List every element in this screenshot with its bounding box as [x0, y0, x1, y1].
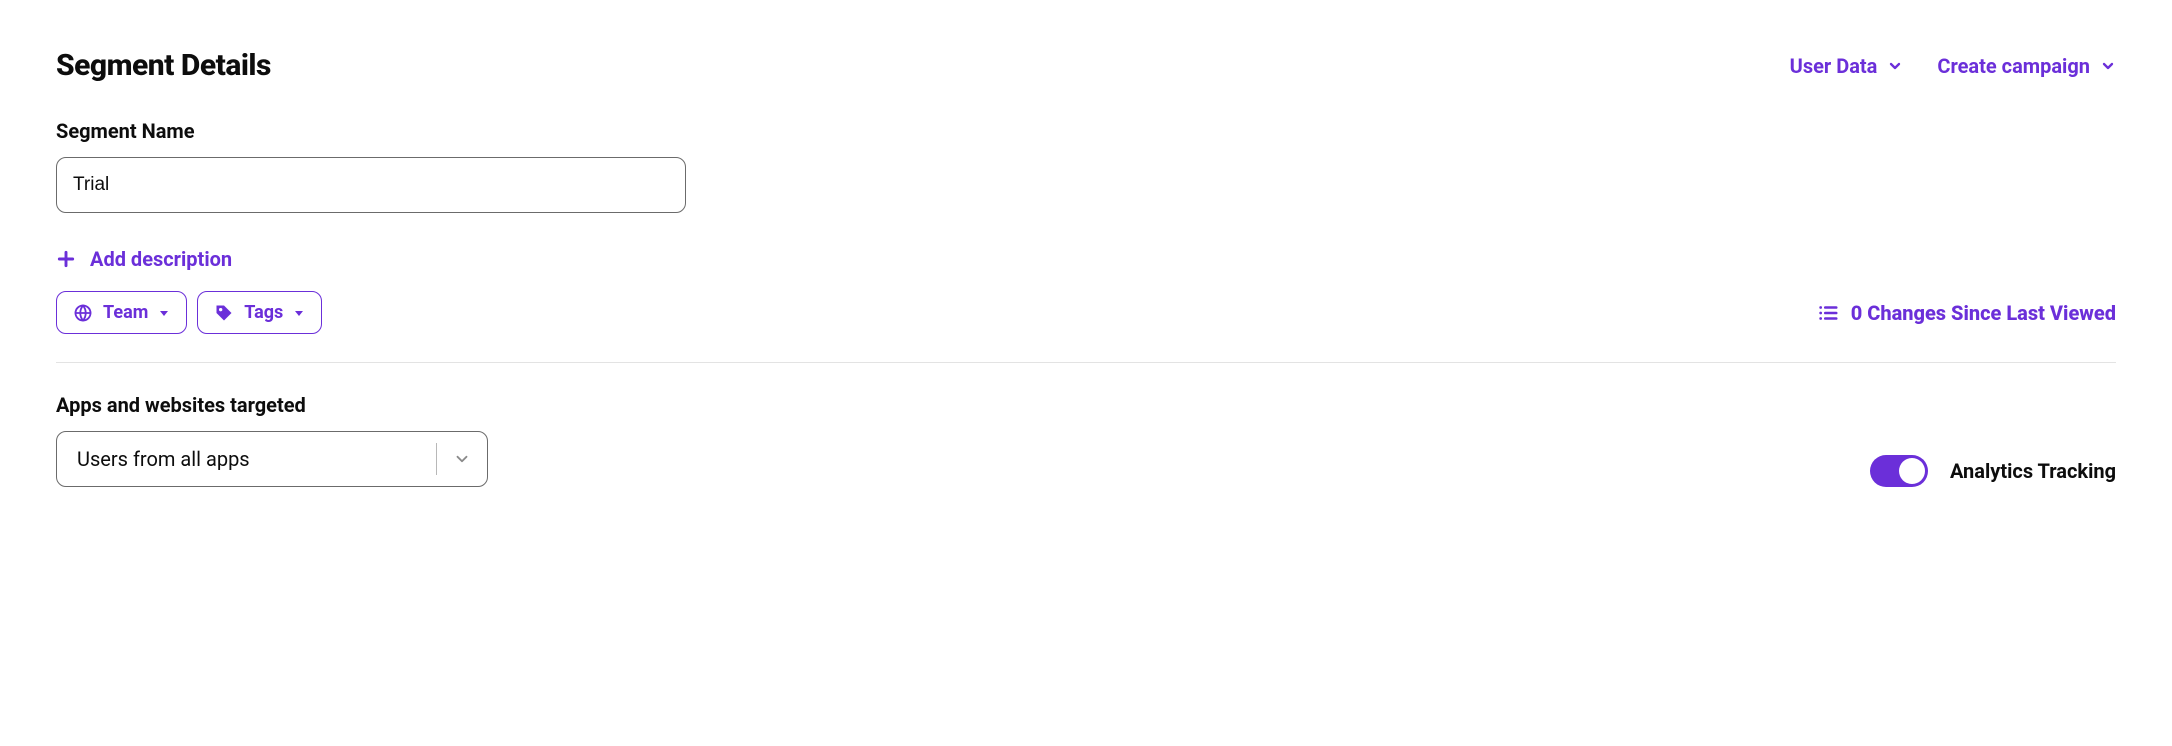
create-campaign-dropdown[interactable]: Create campaign	[1937, 54, 2116, 78]
segment-name-label: Segment Name	[56, 119, 2116, 143]
apps-targeted-value: Users from all apps	[57, 447, 436, 471]
tags-dropdown-chip[interactable]: Tags	[197, 291, 322, 334]
add-description-label: Add description	[90, 247, 232, 271]
header-actions: User Data Create campaign	[1790, 54, 2116, 78]
globe-icon	[73, 303, 93, 323]
changes-text: 0 Changes Since Last Viewed	[1851, 301, 2116, 325]
plus-icon	[56, 249, 76, 269]
chevron-down-icon	[1887, 58, 1903, 74]
analytics-tracking-group: Analytics Tracking	[1870, 455, 2116, 487]
chevron-down-icon	[437, 450, 487, 468]
toggle-knob	[1899, 458, 1925, 484]
user-data-label: User Data	[1790, 54, 1878, 78]
user-data-dropdown[interactable]: User Data	[1790, 54, 1904, 78]
list-icon	[1817, 302, 1839, 324]
analytics-tracking-label: Analytics Tracking	[1950, 459, 2116, 483]
apps-targeted-label: Apps and websites targeted	[56, 393, 488, 417]
page-title: Segment Details	[56, 48, 271, 83]
chips-row: Team Tags 0 Changes Since Last Viewed	[56, 291, 2116, 334]
caret-down-icon	[293, 307, 305, 319]
apps-targeted-field: Apps and websites targeted Users from al…	[56, 393, 488, 487]
add-description-row: Add description	[56, 247, 2116, 273]
section-divider	[56, 362, 2116, 363]
team-dropdown-chip[interactable]: Team	[56, 291, 187, 334]
segment-name-input[interactable]	[56, 157, 686, 213]
apps-targeted-select[interactable]: Users from all apps	[56, 431, 488, 487]
chips-group: Team Tags	[56, 291, 322, 334]
chevron-down-icon	[2100, 58, 2116, 74]
create-campaign-label: Create campaign	[1937, 54, 2090, 78]
changes-since-viewed-link[interactable]: 0 Changes Since Last Viewed	[1817, 301, 2116, 325]
segment-name-field: Segment Name	[56, 119, 2116, 213]
tags-chip-label: Tags	[244, 302, 283, 323]
caret-down-icon	[158, 307, 170, 319]
team-chip-label: Team	[103, 302, 148, 323]
header-row: Segment Details User Data Create campaig…	[56, 48, 2116, 83]
tag-icon	[214, 303, 234, 323]
add-description-button[interactable]: Add description	[56, 247, 232, 271]
analytics-tracking-toggle[interactable]	[1870, 455, 1928, 487]
targeting-row: Apps and websites targeted Users from al…	[56, 393, 2116, 487]
